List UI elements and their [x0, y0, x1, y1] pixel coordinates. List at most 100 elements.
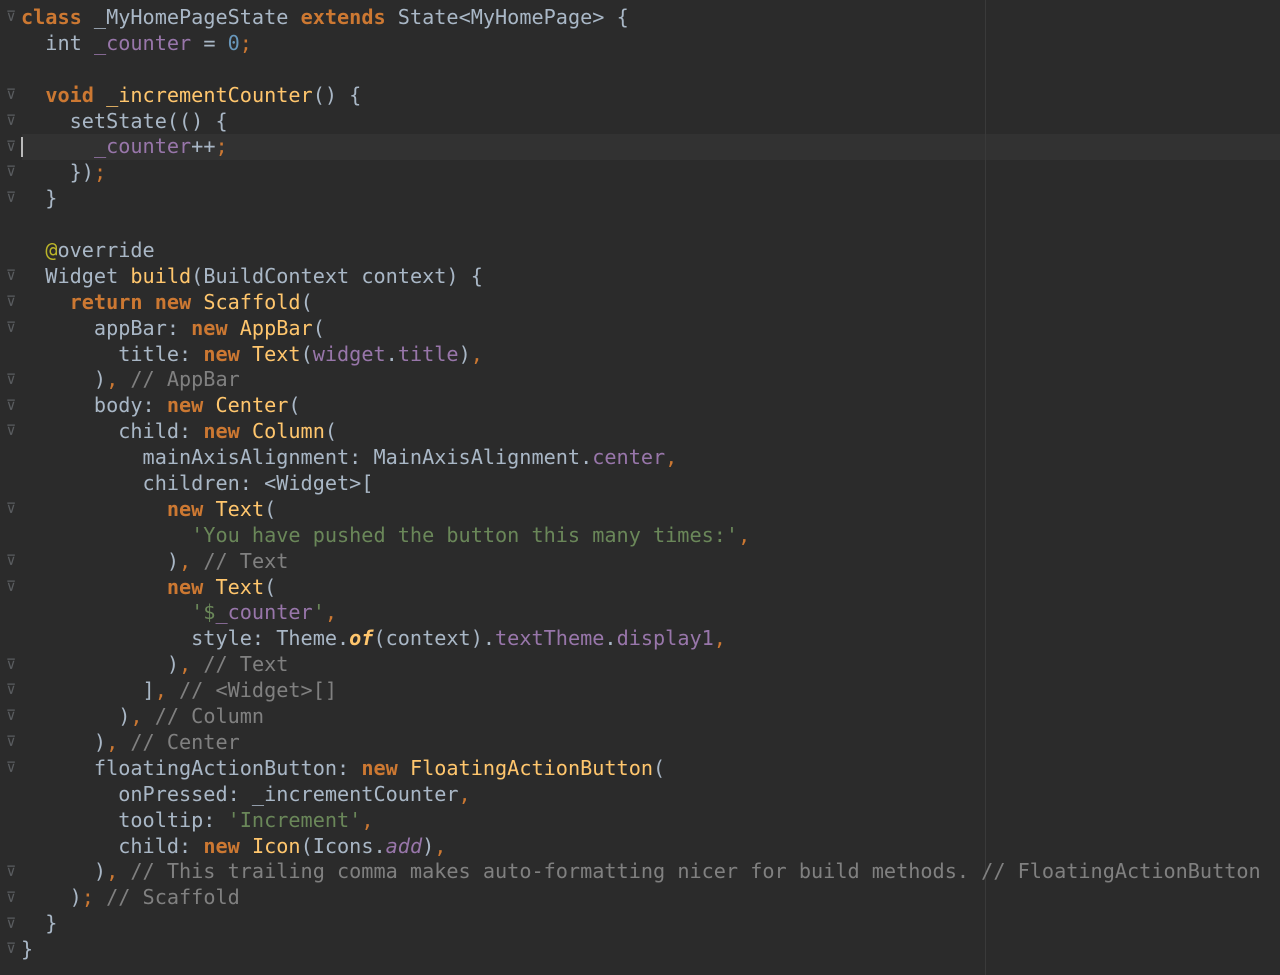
code-token: ,: [324, 600, 338, 625]
code-token: // Text: [191, 652, 289, 677]
code-token: '$: [191, 600, 216, 625]
code-line[interactable]: appBar: new AppBar(: [21, 316, 1261, 342]
code-text[interactable]: class _MyHomePageState extends State<MyH…: [21, 5, 1261, 963]
fold-marker-icon[interactable]: ⊽: [0, 394, 22, 420]
code-line[interactable]: [21, 212, 1261, 238]
fold-marker-icon[interactable]: ⊽: [0, 549, 22, 575]
code-token: (context).: [373, 626, 496, 651]
fold-marker-icon[interactable]: ⊽: [0, 886, 22, 912]
code-line[interactable]: ), // Center: [21, 730, 1261, 756]
code-token: ,: [179, 652, 192, 677]
code-line[interactable]: }: [21, 911, 1261, 937]
fold-marker-icon[interactable]: ⊽: [0, 264, 22, 290]
code-token: new: [154, 289, 192, 314]
code-token: ,: [179, 548, 192, 573]
fold-marker-icon[interactable]: ⊽: [0, 678, 22, 704]
code-token: (Icons.: [300, 833, 386, 858]
code-line[interactable]: ], // <Widget>[]: [21, 678, 1261, 704]
code-token: ): [21, 367, 107, 392]
code-line[interactable]: void _incrementCounter() {: [21, 83, 1261, 109]
fold-marker-icon[interactable]: ⊽: [0, 135, 22, 161]
code-token: .: [385, 341, 398, 366]
code-line[interactable]: title: new Text(widget.title),: [21, 342, 1261, 368]
code-line[interactable]: '$_counter',: [21, 600, 1261, 626]
code-token: 'You have pushed the button this many ti…: [191, 522, 739, 547]
code-token: // Text: [191, 548, 289, 573]
code-token: ,: [130, 704, 143, 729]
code-line[interactable]: ), // AppBar: [21, 367, 1261, 393]
code-token: Text: [215, 496, 265, 521]
code-line[interactable]: children: <Widget>[: [21, 471, 1261, 497]
code-token: }: [21, 186, 58, 211]
fold-marker-icon[interactable]: ⊽: [0, 109, 22, 135]
code-line[interactable]: int _counter = 0;: [21, 31, 1261, 57]
code-token: ;: [239, 30, 252, 55]
fold-marker-icon[interactable]: ⊽: [0, 704, 22, 730]
fold-marker-icon[interactable]: ⊽: [0, 860, 22, 886]
code-line[interactable]: ), // Column: [21, 704, 1261, 730]
code-line[interactable]: setState(() {: [21, 109, 1261, 135]
code-token: onPressed: _incrementCounter: [21, 781, 459, 806]
code-line[interactable]: @override: [21, 238, 1261, 264]
code-line[interactable]: tooltip: 'Increment',: [21, 808, 1261, 834]
code-line[interactable]: new Text(: [21, 575, 1261, 601]
code-token: ,: [154, 678, 167, 703]
code-line[interactable]: ), // This trailing comma makes auto-for…: [21, 859, 1261, 885]
fold-marker-icon[interactable]: ⊽: [0, 575, 22, 601]
fold-marker-icon[interactable]: ⊽: [0, 160, 22, 186]
fold-marker-icon[interactable]: ⊽: [0, 497, 22, 523]
code-line[interactable]: mainAxisAlignment: MainAxisAlignment.cen…: [21, 445, 1261, 471]
code-line[interactable]: class _MyHomePageState extends State<MyH…: [21, 5, 1261, 31]
code-line[interactable]: _counter++;: [21, 134, 1261, 160]
code-token: appBar:: [21, 315, 192, 340]
code-token: add: [385, 833, 423, 858]
code-token: =: [191, 30, 228, 55]
fold-marker-icon[interactable]: ⊽: [0, 912, 22, 938]
code-line[interactable]: style: Theme.of(context).textTheme.displ…: [21, 626, 1261, 652]
fold-marker-icon[interactable]: ⊽: [0, 756, 22, 782]
code-line[interactable]: ), // Text: [21, 549, 1261, 575]
fold-marker-icon[interactable]: ⊽: [0, 653, 22, 679]
code-line[interactable]: ); // Scaffold: [21, 885, 1261, 911]
code-token: }): [21, 160, 94, 185]
code-token: override: [57, 238, 155, 263]
code-line[interactable]: }: [21, 186, 1261, 212]
code-editor[interactable]: ⊽ ⊽ ⊽ ⊽ ⊽ ⊽ ⊽ ⊽ ⊽ ⊽ ⊽ ⊽ ⊽ ⊽ ⊽ ⊽ ⊽ ⊽ ⊽ ⊽ ⊽ ⊽ ⊽ ⊽ class _MyHomePa…: [0, 0, 1280, 975]
code-line[interactable]: return new Scaffold(: [21, 290, 1261, 316]
code-line[interactable]: 'You have pushed the button this many ti…: [21, 523, 1261, 549]
code-line[interactable]: child: new Column(: [21, 419, 1261, 445]
code-line[interactable]: Widget build(BuildContext context) {: [21, 264, 1261, 290]
code-line[interactable]: });: [21, 160, 1261, 186]
code-line[interactable]: new Text(: [21, 497, 1261, 523]
fold-marker-icon[interactable]: ⊽: [0, 5, 22, 31]
fold-marker-icon[interactable]: ⊽: [0, 368, 22, 394]
code-line[interactable]: floatingActionButton: new FloatingAction…: [21, 756, 1261, 782]
code-line[interactable]: ), // Text: [21, 652, 1261, 678]
code-token: build: [130, 263, 192, 288]
code-line[interactable]: body: new Center(: [21, 393, 1261, 419]
fold-marker-icon[interactable]: ⊽: [0, 186, 22, 212]
fold-marker-icon[interactable]: ⊽: [0, 937, 22, 963]
fold-marker-icon[interactable]: ⊽: [0, 290, 22, 316]
fold-marker-icon[interactable]: ⊽: [0, 83, 22, 109]
fold-marker-icon[interactable]: ⊽: [0, 316, 22, 342]
fold-marker-icon[interactable]: ⊽: [0, 730, 22, 756]
code-line[interactable]: onPressed: _incrementCounter,: [21, 782, 1261, 808]
code-token: Icon: [251, 833, 301, 858]
code-token: textTheme: [495, 626, 605, 651]
fold-marker-icon[interactable]: ⊽: [0, 419, 22, 445]
editor-gutter: ⊽ ⊽ ⊽ ⊽ ⊽ ⊽ ⊽ ⊽ ⊽ ⊽ ⊽ ⊽ ⊽ ⊽ ⊽ ⊽ ⊽ ⊽ ⊽ ⊽ ⊽ ⊽ ⊽ ⊽: [0, 0, 22, 975]
code-token: Widget: [21, 263, 131, 288]
code-line[interactable]: [21, 57, 1261, 83]
code-line[interactable]: }: [21, 937, 1261, 963]
code-token: ;: [93, 160, 107, 185]
code-line[interactable]: child: new Icon(Icons.add),: [21, 834, 1261, 860]
code-token: new: [361, 755, 398, 780]
